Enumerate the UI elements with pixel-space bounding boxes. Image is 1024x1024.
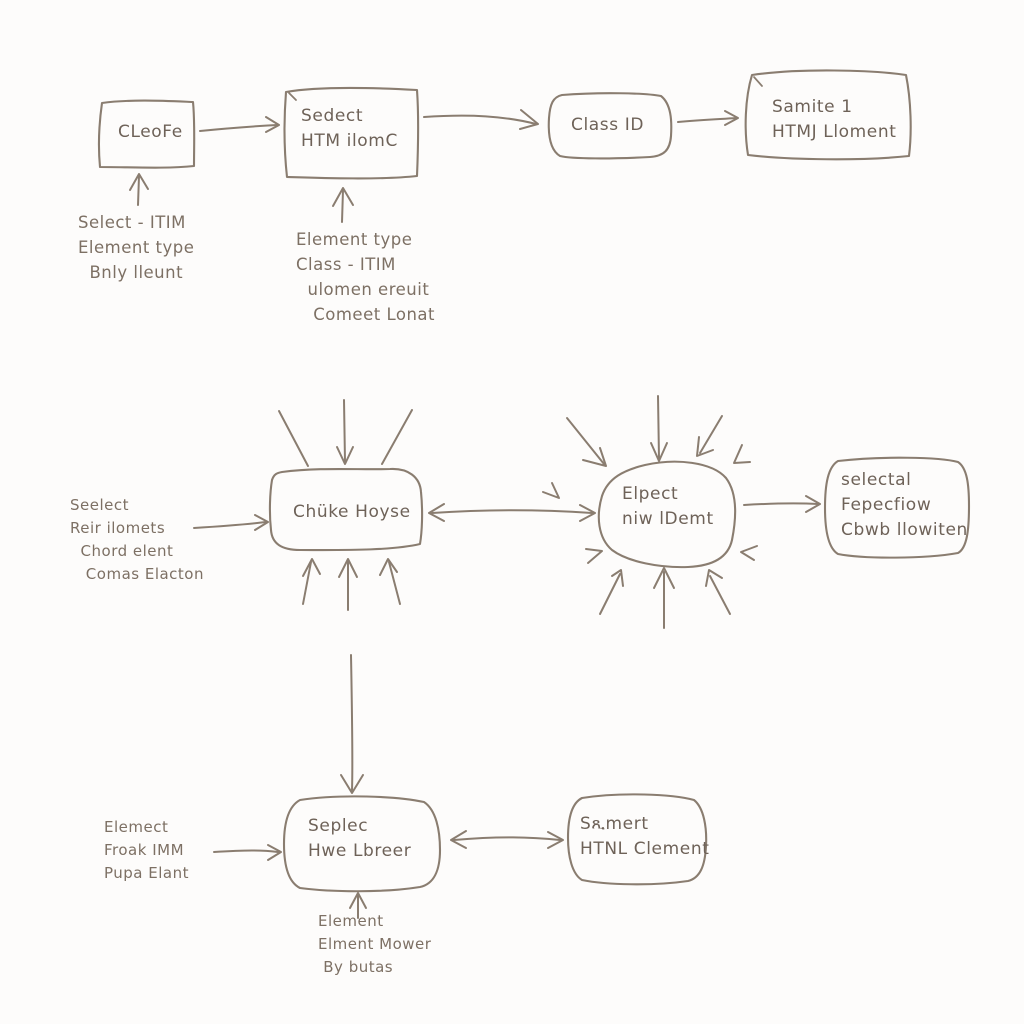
arrow-annot-a2 bbox=[332, 187, 354, 223]
node-box-n5[interactable] bbox=[268, 467, 424, 552]
node-box-n4-accent bbox=[753, 76, 763, 87]
arrow-n5-to-n8 bbox=[340, 654, 364, 794]
rays-above-n5 bbox=[278, 399, 413, 467]
arrow-annot-a4 bbox=[213, 844, 282, 861]
rays-below-n6 bbox=[585, 545, 758, 629]
rays-above-n6 bbox=[542, 395, 751, 499]
node-box-n8[interactable] bbox=[282, 795, 442, 893]
node-box-n2-accent bbox=[288, 92, 297, 101]
arrow-annot-a5 bbox=[349, 892, 367, 919]
arrow-n5-n6-bidirectional bbox=[428, 503, 596, 522]
arrow-n1-to-n2 bbox=[199, 116, 280, 133]
diagram-strokes bbox=[97, 69, 971, 919]
arrow-n6-to-n7 bbox=[743, 495, 821, 513]
arrow-annot-a3 bbox=[193, 514, 269, 531]
arrow-n8-n9-bidirectional bbox=[450, 830, 564, 849]
node-box-n9[interactable] bbox=[566, 793, 708, 886]
node-box-n7[interactable] bbox=[823, 456, 971, 559]
node-box-n4[interactable] bbox=[744, 69, 912, 161]
node-box-n1[interactable] bbox=[97, 99, 196, 169]
node-box-n2[interactable] bbox=[283, 86, 420, 180]
node-box-n6[interactable] bbox=[597, 460, 737, 569]
arrow-n3-to-n4 bbox=[677, 110, 739, 126]
node-box-n3[interactable] bbox=[547, 92, 673, 160]
arrow-annot-a1 bbox=[129, 173, 149, 206]
arrows-below-n5 bbox=[302, 558, 401, 611]
diagram-canvas: CLeoFe Sedect HTM ilomC Class ID Samite … bbox=[0, 0, 1024, 1024]
arrow-n2-to-n3 bbox=[423, 109, 539, 130]
